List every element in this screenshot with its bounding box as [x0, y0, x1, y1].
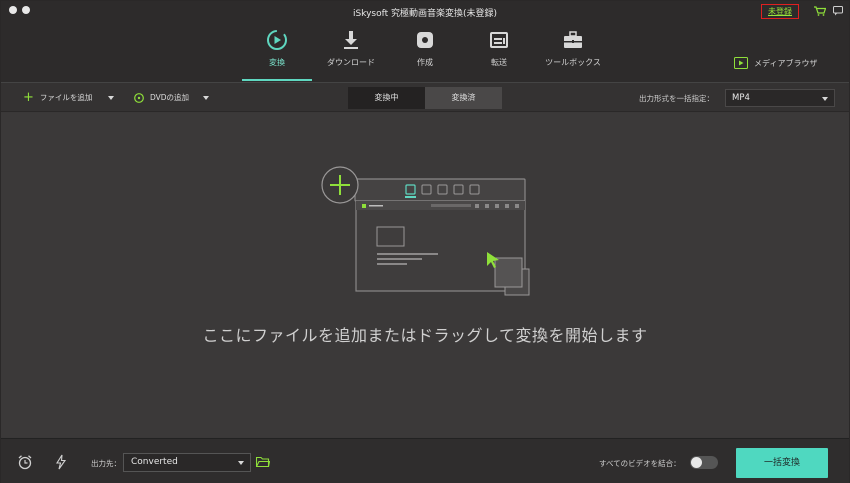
register-link[interactable]: 未登録: [761, 4, 799, 19]
tab-label: 転送: [491, 58, 507, 67]
tab-create[interactable]: 作成: [390, 29, 460, 81]
bottom-bar: 出力先： Converted すべてのビデオを結合： 一括変換: [1, 438, 849, 483]
folder-open-icon[interactable]: [256, 456, 270, 468]
chevron-down-icon: [822, 97, 828, 101]
cart-icon[interactable]: [814, 6, 826, 16]
transfer-icon: [490, 32, 508, 48]
conversion-status-switch: 変換中 変換済: [348, 87, 502, 109]
toggle-knob: [691, 457, 702, 468]
drop-hint-text: ここにファイルを追加またはドラッグして変換を開始します: [202, 326, 648, 345]
output-format-value: MP4: [732, 93, 750, 103]
plus-icon: +: [23, 89, 34, 105]
tab-label: ダウンロード: [327, 58, 375, 67]
tab-converted[interactable]: 変換済: [425, 87, 502, 109]
alarm-clock-icon[interactable]: [17, 454, 33, 470]
disc-burn-icon: [417, 32, 433, 48]
merge-videos-label: すべてのビデオを結合：: [599, 459, 681, 468]
chevron-down-icon[interactable]: [108, 95, 115, 100]
toolbox-icon: [564, 31, 582, 48]
output-folder-select[interactable]: Converted: [123, 453, 251, 472]
drop-illustration[interactable]: [319, 164, 533, 298]
lightning-icon[interactable]: [53, 454, 69, 470]
tab-label: ツールボックス: [545, 58, 601, 67]
active-tab-indicator: [242, 79, 312, 81]
convert-icon: [267, 30, 287, 50]
tab-converting[interactable]: 変換中: [348, 87, 425, 109]
add-dvd-label: DVDの追加: [150, 93, 190, 102]
top-bar: iSkysoft 究極動画音楽変換(未登録) 未登録 変換 ダウンロード 作成 …: [1, 1, 849, 82]
convert-all-button[interactable]: 一括変換: [736, 448, 828, 478]
tab-download[interactable]: ダウンロード: [316, 29, 386, 81]
output-format-select[interactable]: MP4: [725, 89, 835, 107]
add-files-label: ファイルを追加: [39, 93, 93, 102]
format-label: 出力形式を一括指定：: [639, 94, 714, 103]
download-icon: [344, 31, 358, 49]
output-folder-value: Converted: [131, 457, 178, 467]
dvd-icon: [134, 92, 144, 103]
window-title: iSkysoft 究極動画音楽変換(未登録): [352, 9, 498, 19]
app-window: iSkysoft 究極動画音楽変換(未登録) 未登録 変換 ダウンロード 作成 …: [0, 0, 850, 483]
tab-label: 変換: [269, 58, 285, 67]
add-dvd-button[interactable]: DVDの追加: [134, 92, 210, 103]
chevron-down-icon[interactable]: [203, 95, 210, 100]
feedback-icon[interactable]: [833, 6, 843, 16]
output-label: 出力先：: [91, 459, 121, 468]
tab-label: 作成: [417, 58, 433, 67]
media-browser-icon: [734, 57, 748, 69]
tab-toolbox[interactable]: ツールボックス: [538, 29, 608, 81]
tab-transfer[interactable]: 転送: [464, 29, 534, 81]
tab-convert[interactable]: 変換: [242, 29, 312, 81]
merge-videos-toggle[interactable]: [690, 456, 718, 469]
file-toolbar: + ファイルを追加 DVDの追加 変換中 変換済 出力形式を一括指定： MP4: [1, 82, 849, 112]
media-browser-button[interactable]: メディアブラウザ: [734, 57, 817, 69]
add-files-button[interactable]: + ファイルを追加: [23, 89, 115, 105]
media-browser-label: メディアブラウザ: [754, 58, 818, 68]
chevron-down-icon: [238, 461, 244, 465]
